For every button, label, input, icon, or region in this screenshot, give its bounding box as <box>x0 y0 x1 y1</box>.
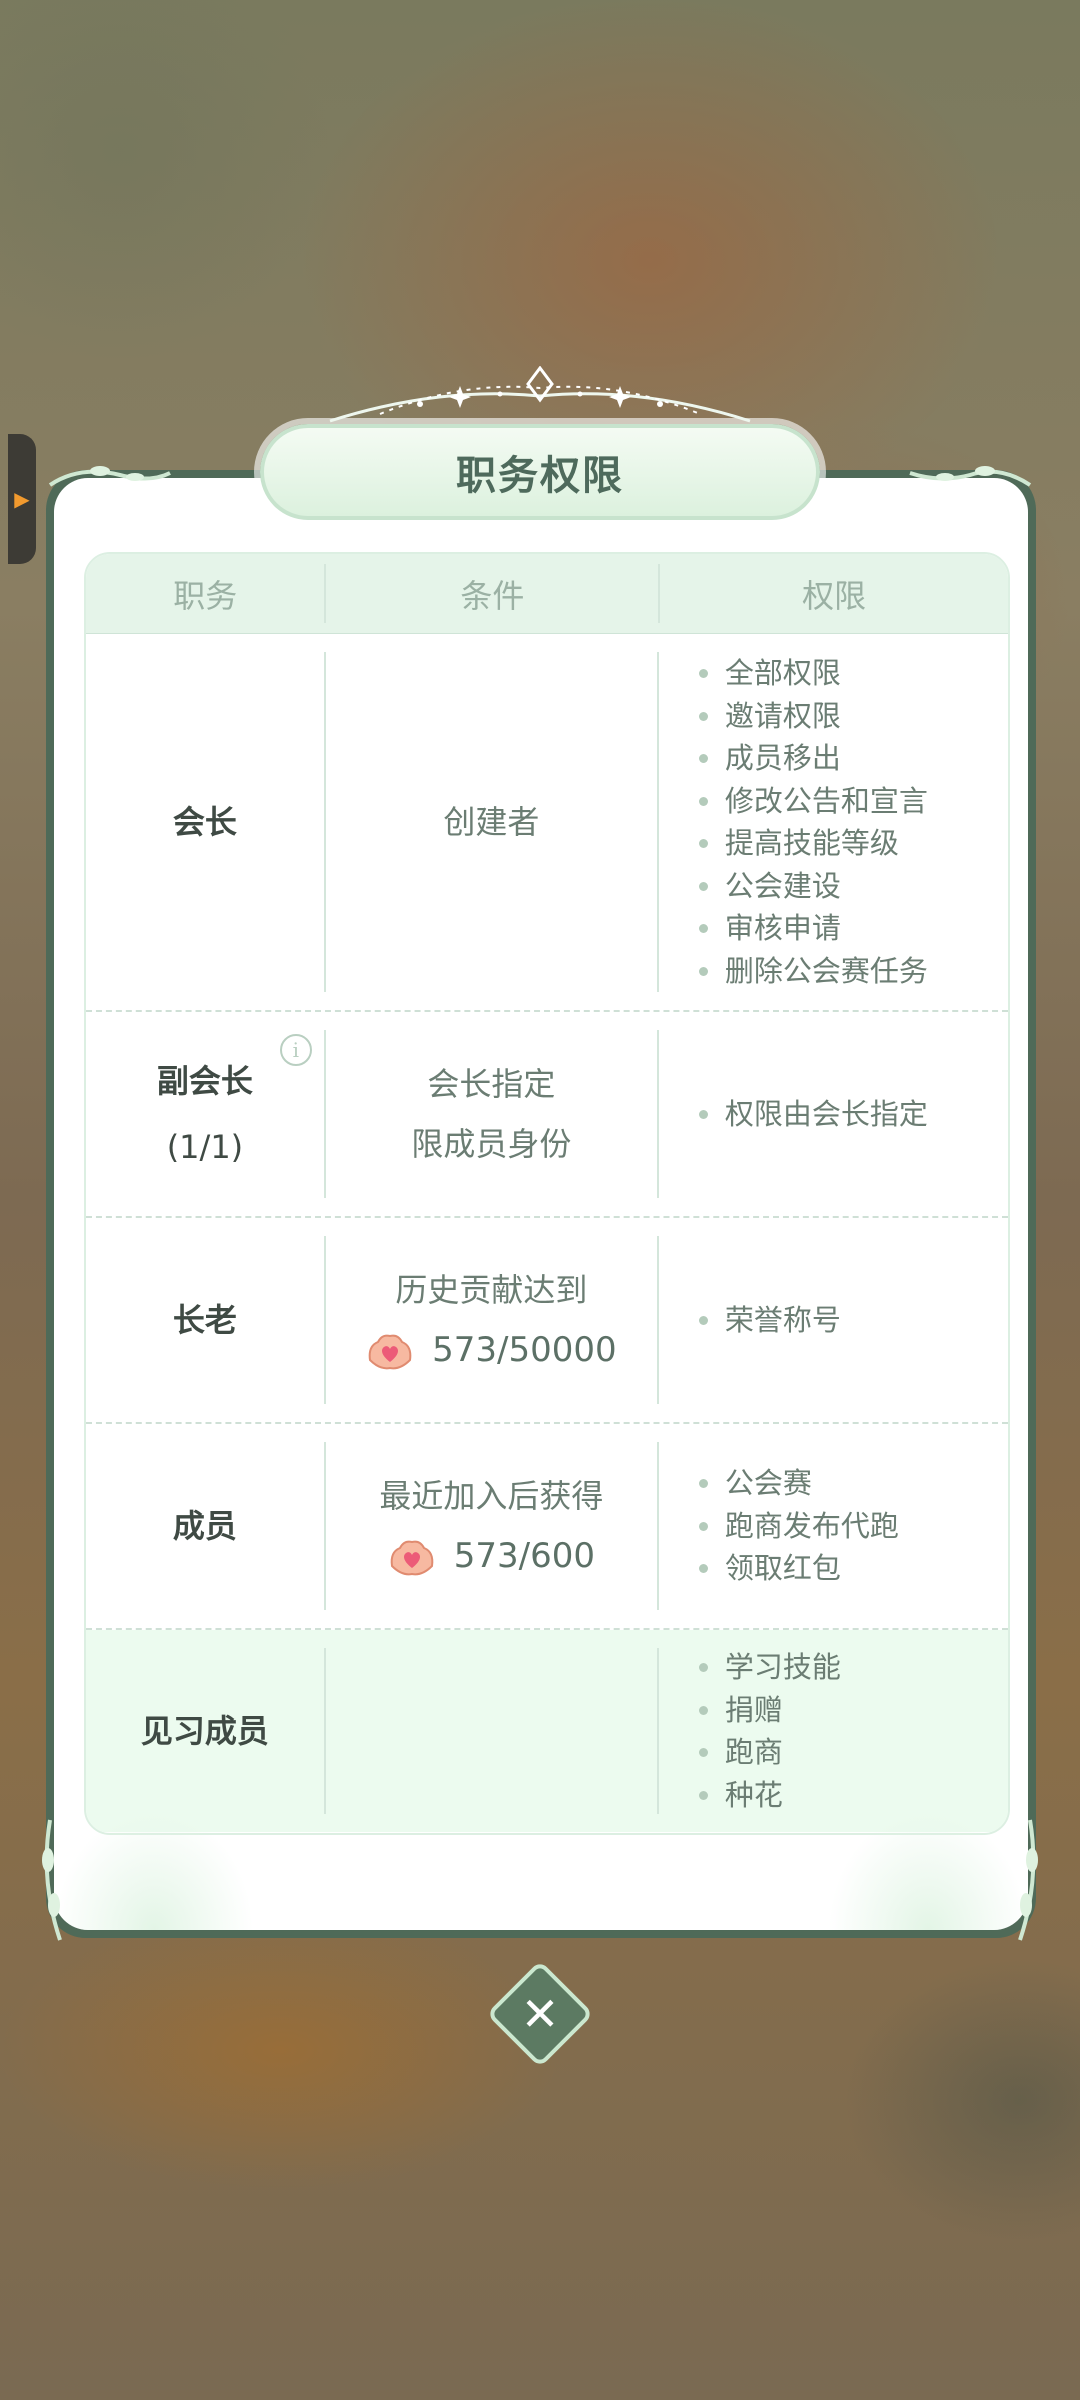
role-name: 长老 <box>172 1301 237 1339</box>
leaf-ornament-icon <box>1018 1819 1038 1941</box>
permission-item: 修改公告和宣言 <box>698 780 928 823</box>
dialog-body: 职务 条件 权限 会长 创建者 全部权限 邀请权限 成员移出 修改公告和宣言 提… <box>54 478 1028 1930</box>
progress-value: 573/50000 <box>432 1330 617 1370</box>
shell-heart-icon <box>368 1334 412 1370</box>
permission-item: 领取红包 <box>698 1547 899 1590</box>
side-expand-tab[interactable]: ▶ <box>8 434 36 564</box>
permission-list: 学习技能 捐赠 跑商 种花 <box>698 1646 841 1817</box>
permission-item: 公会赛 <box>698 1462 899 1505</box>
permissions-table: 职务 条件 权限 会长 创建者 全部权限 邀请权限 成员移出 修改公告和宣言 提… <box>84 552 1010 1835</box>
permission-item: 捐赠 <box>698 1689 841 1732</box>
shell-heart-icon <box>390 1540 433 1576</box>
close-icon[interactable]: ✕ <box>502 1976 578 2052</box>
permission-item: 跑商 <box>698 1731 841 1774</box>
leaf-ornament-icon <box>909 466 1032 487</box>
table-header: 职务 条件 权限 <box>86 554 1008 634</box>
dialog-title-plate: 职务权限 <box>260 424 820 520</box>
condition-text: 限成员身份 <box>411 1125 572 1163</box>
permission-item: 邀请权限 <box>698 695 928 738</box>
permission-item: 提高技能等级 <box>698 822 928 865</box>
role-name: 成员 <box>172 1507 237 1545</box>
permission-list: 公会赛 跑商发布代跑 领取红包 <box>698 1462 899 1590</box>
header-permission: 权限 <box>802 576 867 615</box>
permission-list: 全部权限 邀请权限 成员移出 修改公告和宣言 提高技能等级 公会建设 审核申请 … <box>698 652 928 993</box>
progress-value: 573/600 <box>453 1536 596 1576</box>
permissions-dialog: 职务 条件 权限 会长 创建者 全部权限 邀请权限 成员移出 修改公告和宣言 提… <box>46 470 1036 1938</box>
permission-item: 种花 <box>698 1774 841 1817</box>
role-name: 副会长 <box>156 1062 253 1100</box>
permission-item: 权限由会长指定 <box>698 1093 928 1136</box>
chevron-right-icon: ▶ <box>14 487 30 511</box>
role-name: 会长 <box>172 803 237 841</box>
leaf-ornament-icon <box>42 1819 62 1941</box>
role-count: (1/1) <box>166 1128 244 1166</box>
table-row: 成员 最近加入后获得 573/600 公会赛 跑商发布代跑 领取红包 <box>86 1424 1008 1630</box>
condition-text: 创建者 <box>443 803 540 841</box>
table-row: 副会长 (1/1) i 会长指定 限成员身份 权限由会长指定 <box>86 1012 1008 1218</box>
info-icon[interactable]: i <box>279 1034 312 1066</box>
permission-item: 跑商发布代跑 <box>698 1505 899 1548</box>
permission-list: 权限由会长指定 <box>698 1093 928 1136</box>
header-role: 职务 <box>173 576 238 615</box>
permission-item: 删除公会赛任务 <box>698 950 928 993</box>
permission-item: 成员移出 <box>698 737 928 780</box>
role-name: 见习成员 <box>140 1712 269 1750</box>
table-row-current: 见习成员 学习技能 捐赠 跑商 种花 <box>86 1630 1008 1832</box>
permission-item: 全部权限 <box>698 652 928 695</box>
leaf-ornament-icon <box>48 466 171 487</box>
dialog-title: 职务权限 <box>456 453 624 499</box>
table-row: 会长 创建者 全部权限 邀请权限 成员移出 修改公告和宣言 提高技能等级 公会建… <box>86 634 1008 1012</box>
permission-list: 荣誉称号 <box>698 1299 841 1342</box>
table-row: 长老 历史贡献达到 573/50000 荣誉称号 <box>86 1218 1008 1424</box>
condition-text: 最近加入后获得 <box>379 1477 604 1515</box>
crown-ornament-icon <box>329 366 751 423</box>
permission-item: 荣誉称号 <box>698 1299 841 1342</box>
condition-text: 历史贡献达到 <box>395 1271 588 1309</box>
header-condition: 条件 <box>460 576 525 615</box>
permission-item: 审核申请 <box>698 907 928 950</box>
condition-text: 会长指定 <box>427 1065 556 1103</box>
permission-item: 公会建设 <box>698 865 928 908</box>
permission-item: 学习技能 <box>698 1646 841 1689</box>
